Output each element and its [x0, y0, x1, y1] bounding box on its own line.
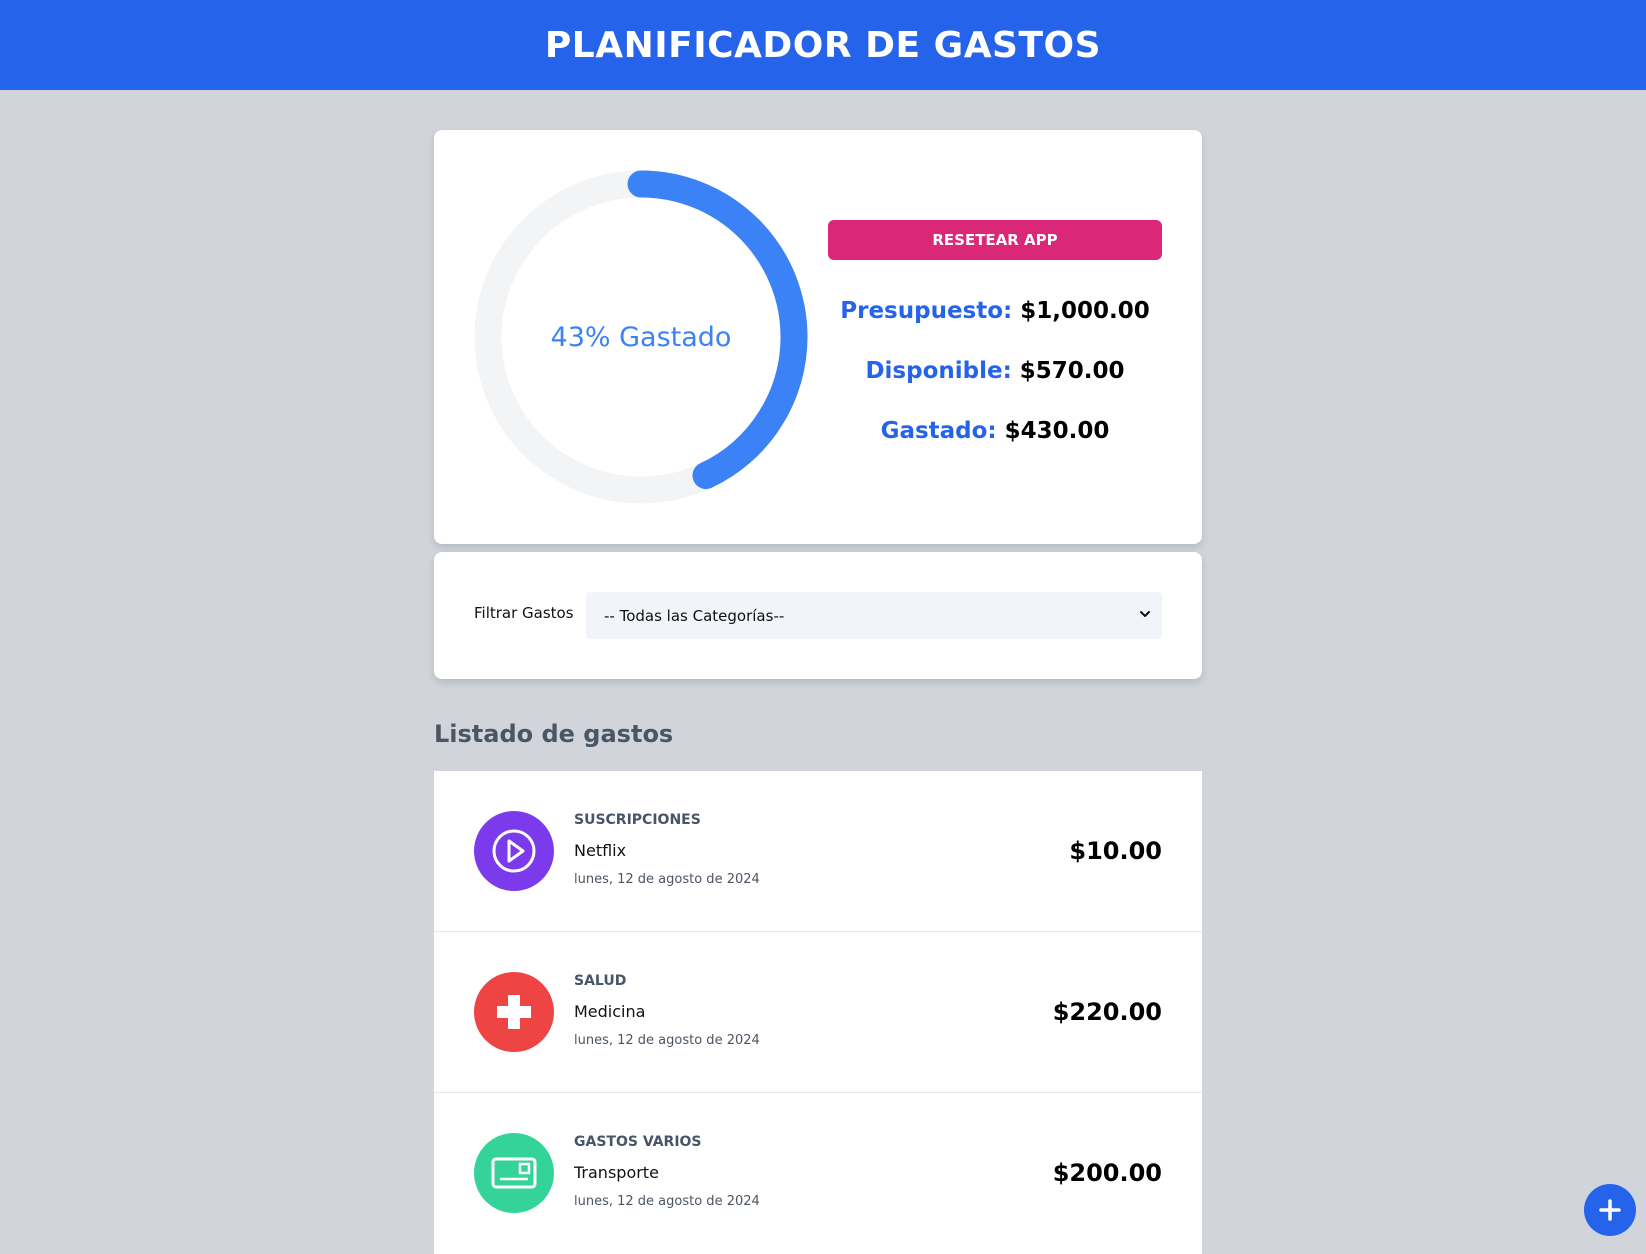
- percent-spent-label: 43% Gastado: [550, 321, 732, 353]
- expense-list-title: Listado de gastos: [434, 720, 674, 748]
- filter-selected-value: -- Todas las Categorías--: [604, 606, 785, 625]
- presupuesto-label: Presupuesto:: [840, 298, 1013, 324]
- expense-name: Netflix: [574, 841, 627, 860]
- expense-date: lunes, 12 de agosto de 2024: [574, 1033, 760, 1048]
- expense-item[interactable]: SUSCRIPCIONES Netflix lunes, 12 de agost…: [434, 771, 1202, 932]
- presupuesto-stat: Presupuesto: $1,000.00: [828, 298, 1162, 324]
- disponible-label: Disponible:: [865, 358, 1012, 384]
- expense-list: SUSCRIPCIONES Netflix lunes, 12 de agost…: [434, 771, 1202, 1254]
- expense-name: Medicina: [574, 1002, 646, 1021]
- expense-category: GASTOS VARIOS: [574, 1134, 702, 1150]
- expense-item[interactable]: GASTOS VARIOS Transporte lunes, 12 de ag…: [434, 1093, 1202, 1254]
- expense-date: lunes, 12 de agosto de 2024: [574, 872, 760, 887]
- budget-card: 43% Gastado RESETEAR APP Presupuesto: $1…: [434, 130, 1202, 544]
- page-title: PLANIFICADOR DE GASTOS: [544, 24, 1102, 66]
- add-expense-button[interactable]: [1584, 1184, 1636, 1236]
- budget-progress-ring: 43% Gastado: [474, 170, 808, 504]
- plus-icon: [1599, 1199, 1621, 1221]
- expense-icon-circle: [474, 1133, 554, 1213]
- expense-icon-circle: [474, 811, 554, 891]
- reset-app-button[interactable]: RESETEAR APP: [828, 220, 1162, 260]
- play-icon: [492, 829, 536, 873]
- disponible-stat: Disponible: $570.00: [828, 358, 1162, 384]
- gastado-stat: Gastado: $430.00: [828, 418, 1162, 444]
- filter-label: Filtrar Gastos: [474, 604, 574, 622]
- category-filter-select[interactable]: -- Todas las Categorías--: [586, 592, 1162, 639]
- expense-amount: $200.00: [1052, 1159, 1162, 1187]
- gastado-label: Gastado:: [880, 418, 997, 444]
- health-cross-icon: [497, 995, 531, 1029]
- card-icon: [491, 1157, 537, 1189]
- budget-summary: RESETEAR APP Presupuesto: $1,000.00 Disp…: [828, 220, 1162, 444]
- expense-icon-circle: [474, 972, 554, 1052]
- presupuesto-value: $1,000.00: [1020, 298, 1150, 324]
- expense-name: Transporte: [574, 1163, 659, 1182]
- expense-amount: $10.00: [1069, 837, 1162, 865]
- expense-category: SUSCRIPCIONES: [574, 812, 701, 828]
- expense-amount: $220.00: [1052, 998, 1162, 1026]
- expense-category: SALUD: [574, 973, 627, 989]
- chevron-down-icon: [1140, 611, 1150, 617]
- filter-card: Filtrar Gastos -- Todas las Categorías--: [434, 552, 1202, 679]
- gastado-value: $430.00: [1004, 418, 1110, 444]
- app-header: PLANIFICADOR DE GASTOS: [0, 0, 1646, 90]
- expense-date: lunes, 12 de agosto de 2024: [574, 1194, 760, 1209]
- expense-item[interactable]: SALUD Medicina lunes, 12 de agosto de 20…: [434, 932, 1202, 1093]
- disponible-value: $570.00: [1019, 358, 1125, 384]
